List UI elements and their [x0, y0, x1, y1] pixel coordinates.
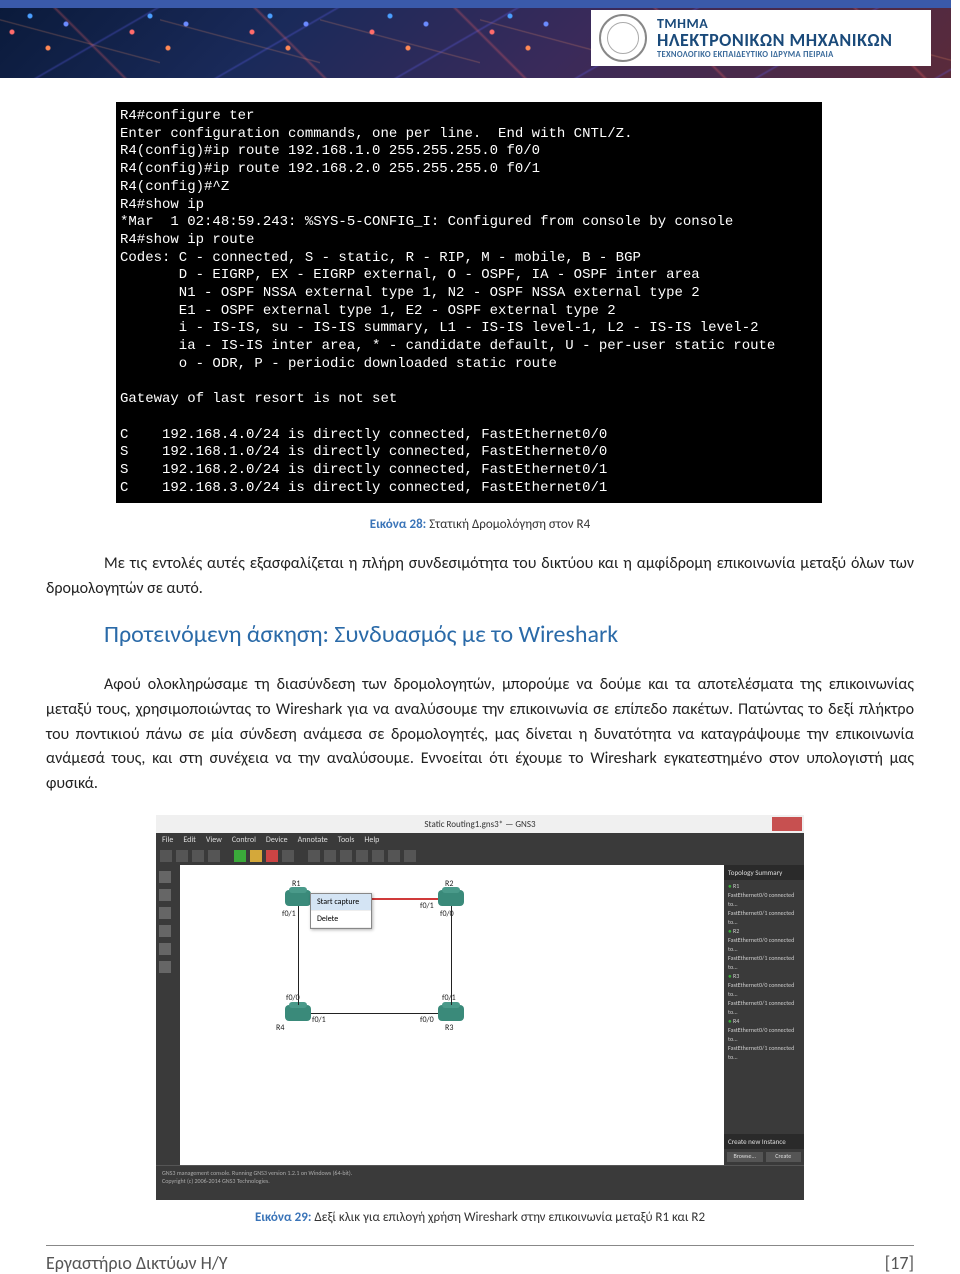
page-content: R4#configure ter Enter configuration com… — [46, 78, 914, 1274]
footer-left: Εργαστήριο Δικτύων Η/Υ — [46, 1252, 228, 1274]
gns3-console: GNS3 management console. Running GNS3 ve… — [156, 1165, 804, 1200]
router-r2-label: R2 — [445, 879, 453, 889]
link-tool-icon — [159, 961, 171, 973]
menu-tools: Tools — [338, 835, 355, 845]
toolbar-icon — [372, 850, 384, 862]
gns3-title: Static Routing1.gns3* — GNS3 — [424, 819, 535, 830]
r1-port-f01: f0/1 — [282, 909, 296, 919]
institution-seal-icon — [599, 14, 647, 62]
gns3-menubar: File Edit View Control Device Annotate T… — [156, 833, 804, 847]
router-r1-label: R1 — [292, 879, 300, 889]
pause-icon — [250, 850, 262, 862]
sum-line: FastEthernet0/0 connected to... — [728, 1026, 800, 1044]
sum-r3: R3 — [728, 972, 800, 981]
department-text: ΤΜΗΜΑ ΗΛΕΚΤΡΟΝΙΚΩΝ ΜΗΧΑΝΙΚΩΝ ΤΕΧΝΟΛΟΓΙΚΟ… — [657, 16, 893, 61]
r2-port-f01: f0/1 — [420, 901, 434, 911]
toolbar-icon — [340, 850, 352, 862]
menu-help: Help — [364, 835, 379, 845]
dept-line3: ΤΕΧΝΟΛΟΓΙΚΟ ΕΚΠΑΙΔΕΥΤΙΚΟ ΙΔΡΥΜΑ ΠΕΙΡΑΙΑ — [657, 51, 893, 60]
caption-28-label: Εικόνα 28: — [370, 517, 426, 532]
caption-28-text: Στατική Δρομολόγηση στον R4 — [426, 517, 590, 532]
window-close-icon — [772, 817, 802, 831]
toolbar-icon — [388, 850, 400, 862]
sum-line: FastEthernet0/1 connected to... — [728, 999, 800, 1017]
router-r2-icon — [438, 890, 464, 906]
menu-edit: Edit — [183, 835, 196, 845]
toolbar-icon — [208, 850, 220, 862]
device-browser-icon — [159, 871, 171, 883]
router-r3-icon — [438, 1005, 464, 1021]
r3-port-f00: f0/0 — [420, 1015, 434, 1025]
sum-line: FastEthernet0/0 connected to... — [728, 891, 800, 909]
header-blue-strip — [0, 0, 951, 8]
gns3-right-panel: Topology Summary R1 FastEthernet0/0 conn… — [724, 865, 804, 1165]
play-icon — [234, 850, 246, 862]
router-r3-label: R3 — [445, 1023, 453, 1033]
sum-line: FastEthernet0/1 connected to... — [728, 909, 800, 927]
sum-line: FastEthernet0/0 connected to... — [728, 981, 800, 999]
create-instance-header: Create new Instance — [724, 1134, 804, 1149]
sum-line: FastEthernet0/1 connected to... — [728, 954, 800, 972]
create-button: Create — [766, 1152, 802, 1162]
menu-control: Control — [232, 835, 256, 845]
context-delete: Delete — [311, 911, 371, 928]
device-pc-icon — [159, 907, 171, 919]
paragraph-1: Με τις εντολές αυτές εξασφαλίζεται η πλή… — [46, 552, 914, 602]
stop-icon — [266, 850, 278, 862]
router-r4-icon — [285, 1005, 311, 1021]
device-security-icon — [159, 925, 171, 937]
router-r1-icon — [285, 890, 311, 906]
gns3-titlebar: Static Routing1.gns3* — GNS3 — [156, 815, 804, 833]
sum-r2: R2 — [728, 927, 800, 936]
device-all-icon — [159, 943, 171, 955]
department-logo-box: ΤΜΗΜΑ ΗΛΕΚΤΡΟΝΙΚΩΝ ΜΗΧΑΝΙΚΩΝ ΤΕΧΝΟΛΟΓΙΚΟ… — [591, 10, 931, 66]
r3-port-f01: f0/1 — [442, 993, 456, 1003]
context-start-capture: Start capture — [311, 894, 371, 911]
menu-view: View — [206, 835, 222, 845]
topology-summary-list: R1 FastEthernet0/0 connected to... FastE… — [724, 880, 804, 1064]
menu-file: File — [162, 835, 173, 845]
footer-page-number: [17] — [885, 1252, 914, 1274]
caption-29-label: Εικόνα 29: — [255, 1210, 311, 1225]
figure-29-caption: Εικόνα 29: Δεξί κλικ για επιλογή χρήση W… — [46, 1210, 914, 1225]
caption-29-text: Δεξί κλικ για επιλογή χρήση Wireshark στ… — [311, 1210, 705, 1225]
header-banner: ΤΜΗΜΑ ΗΛΕΚΤΡΟΝΙΚΩΝ ΜΗΧΑΝΙΚΩΝ ΤΕΧΝΟΛΟΓΙΚΟ… — [0, 0, 951, 78]
link-r4-r3 — [311, 1013, 438, 1014]
toolbar-icon — [356, 850, 368, 862]
figure-28-caption: Εικόνα 28: Στατική Δρομολόγηση στον R4 — [46, 517, 914, 532]
gns3-body: R1 f0/0 f0/1 R2 f0/1 f0/0 R3 f0/1 f0/0 R… — [156, 865, 804, 1165]
gns3-toolbar — [156, 847, 804, 865]
toolbar-icon — [324, 850, 336, 862]
toolbar-icon — [308, 850, 320, 862]
dept-line2: ΗΛΕΚΤΡΟΝΙΚΩΝ ΜΗΧΑΝΙΚΩΝ — [657, 31, 893, 51]
router-r4-label: R4 — [276, 1023, 284, 1033]
toolbar-icon — [404, 850, 416, 862]
menu-device: Device — [266, 835, 288, 845]
context-menu: Start capture Delete — [310, 893, 372, 929]
reload-icon — [282, 850, 294, 862]
toolbar-icon — [160, 850, 172, 862]
sum-r1: R1 — [728, 882, 800, 891]
terminal-screenshot: R4#configure ter Enter configuration com… — [116, 102, 822, 503]
sum-line: FastEthernet0/0 connected to... — [728, 936, 800, 954]
topology-summary-header: Topology Summary — [724, 865, 804, 880]
gns3-screenshot: Static Routing1.gns3* — GNS3 File Edit V… — [156, 815, 804, 1200]
sum-r4: R4 — [728, 1017, 800, 1026]
device-switch-icon — [159, 889, 171, 901]
link-r2-r3 — [451, 906, 452, 1005]
paragraph-2: Αφού ολοκληρώσαμε τη διασύνδεση των δρομ… — [46, 673, 914, 797]
section-heading: Προτεινόμενη άσκηση: Συνδυασμός με το Wi… — [104, 620, 914, 649]
browse-button: Browse... — [727, 1152, 763, 1162]
gns3-left-sidebar — [156, 865, 180, 1165]
menu-annotate: Annotate — [298, 835, 328, 845]
toolbar-icon — [192, 850, 204, 862]
gns3-canvas: R1 f0/0 f0/1 R2 f0/1 f0/0 R3 f0/1 f0/0 R… — [180, 865, 724, 1165]
r4-port-f01: f0/1 — [312, 1015, 326, 1025]
toolbar-icon — [176, 850, 188, 862]
link-r1-r4 — [298, 906, 299, 1005]
sum-line: FastEthernet0/1 connected to... — [728, 1044, 800, 1062]
